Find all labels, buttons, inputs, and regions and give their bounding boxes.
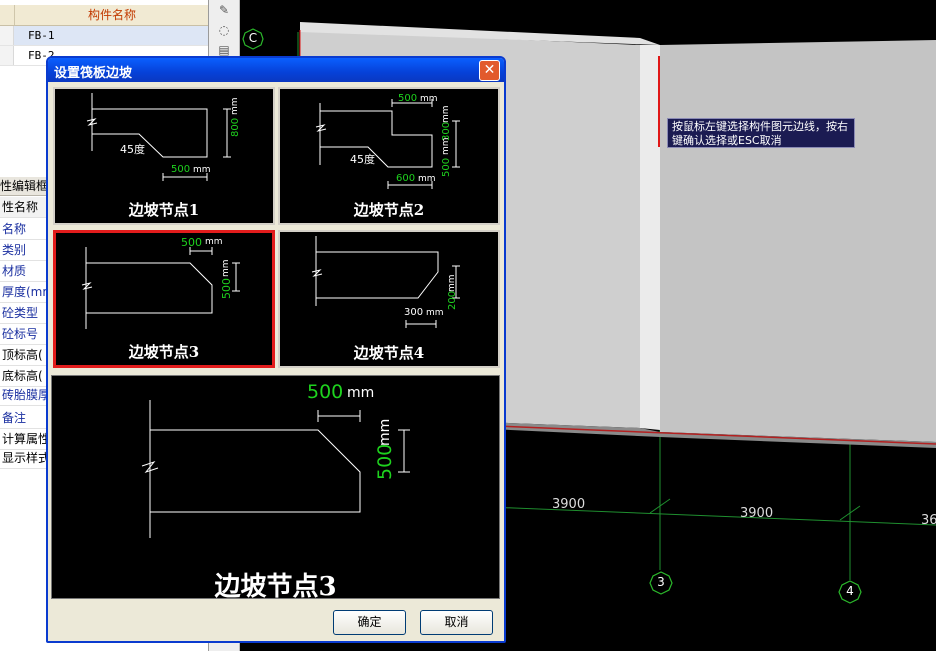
component-name-column[interactable]: 构件名称 bbox=[14, 5, 209, 25]
slope-node-option-3[interactable]: 500 mm 500 mm 边坡节点3 bbox=[53, 230, 275, 368]
axis-marker-c: C bbox=[242, 28, 264, 50]
dimension-label: 3900 bbox=[740, 506, 774, 521]
dialog-title: 设置筏板边坡 bbox=[54, 66, 133, 81]
close-icon[interactable]: ✕ bbox=[479, 60, 500, 81]
component-name: FB-1 bbox=[28, 29, 55, 42]
dialog-titlebar[interactable]: 设置筏板边坡 ✕ bbox=[48, 58, 504, 82]
axis-marker-4: 4 bbox=[838, 580, 862, 604]
node-3-label: 边坡节点3 bbox=[128, 343, 200, 361]
cancel-button[interactable]: 取消 bbox=[420, 610, 493, 635]
preview-label: 边坡节点3 bbox=[214, 572, 337, 602]
node-1-label: 边坡节点1 bbox=[128, 201, 200, 219]
slope-node-option-1[interactable]: 800 mm 45度 500 mm 边坡节点1 bbox=[53, 87, 275, 225]
component-row[interactable]: FB-1 bbox=[0, 26, 208, 46]
component-list-header: 构件名称 bbox=[0, 5, 208, 26]
ok-button[interactable]: 确定 bbox=[333, 610, 406, 635]
selected-node-preview: 500 mm 500 mm 边坡节点3 bbox=[51, 375, 500, 602]
axis-marker-3: 3 bbox=[649, 571, 673, 595]
dimension-label: 3900 bbox=[552, 497, 586, 512]
instruction-tooltip: 按鼠标左键选择构件图元边线，按右键确认选择或ESC取消 bbox=[667, 118, 855, 148]
node-2-label: 边坡节点2 bbox=[353, 201, 425, 219]
node-4-label: 边坡节点4 bbox=[353, 344, 425, 362]
select-tool-icon[interactable]: ◌ bbox=[215, 22, 233, 38]
slope-node-option-2[interactable]: 500 mm 300 mm 45度 500 mm 600 mm 边坡节点2 bbox=[278, 87, 500, 225]
slope-node-option-4[interactable]: 200 mm 300 mm 边坡节点4 bbox=[278, 230, 500, 368]
pencil-icon[interactable]: ✎ bbox=[215, 2, 233, 18]
preview-diagram bbox=[141, 400, 410, 538]
dimension-label: 36 bbox=[921, 513, 936, 528]
raft-slope-dialog: 设置筏板边坡 ✕ 800 mm 45度 500 mm 边坡节点1 500 mm … bbox=[46, 56, 506, 643]
